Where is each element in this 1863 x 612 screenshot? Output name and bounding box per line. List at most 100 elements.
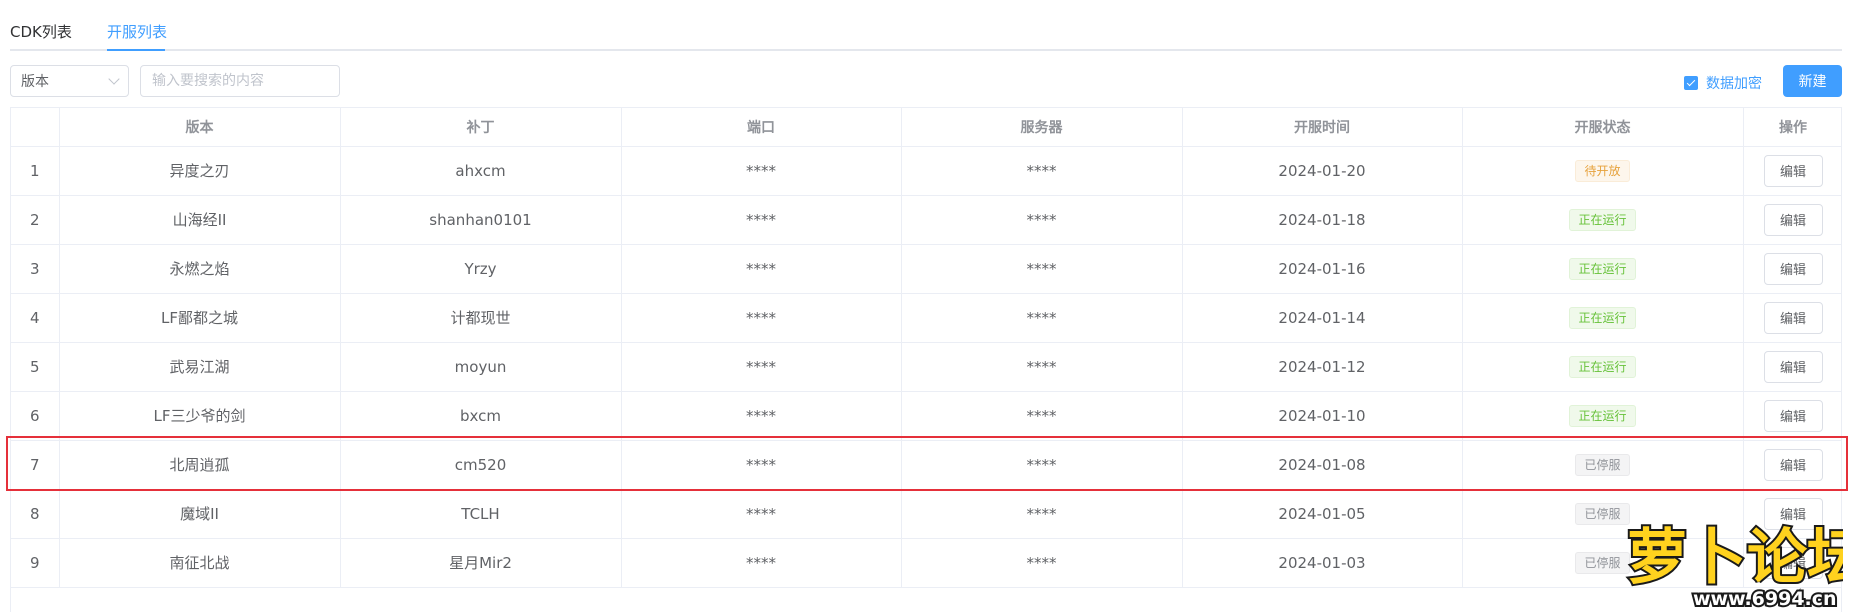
row-server: ****	[901, 195, 1183, 245]
row-version: 异度之刃	[59, 146, 341, 196]
row-status-cell: 已停服	[1462, 440, 1744, 490]
row-patch: bxcm	[340, 391, 622, 441]
table-row: 9 南征北战 星月Mir2 **** **** 2024-01-03 已停服 编辑	[11, 538, 1841, 588]
toolbar: 版本 数据加密 新建	[10, 65, 1842, 99]
row-server: ****	[901, 244, 1183, 294]
row-port: ****	[621, 538, 902, 588]
row-patch: TCLH	[340, 489, 622, 539]
row-patch: ahxcm	[340, 146, 622, 196]
row-patch: Yrzy	[340, 244, 622, 294]
row-open-date: 2024-01-16	[1182, 244, 1463, 294]
row-open-date: 2024-01-18	[1182, 195, 1463, 245]
tab-cdk-list[interactable]: CDK列表	[10, 22, 72, 42]
status-badge: 正在运行	[1569, 355, 1636, 378]
row-port: ****	[621, 391, 902, 441]
version-select-value: 版本	[21, 74, 49, 90]
tab-server-list[interactable]: 开服列表	[107, 22, 167, 42]
data-encrypt-checkbox[interactable]: 数据加密	[1684, 73, 1762, 93]
edit-button[interactable]: 编辑	[1763, 350, 1823, 383]
row-open-date: 2024-01-12	[1182, 342, 1463, 392]
status-badge: 已停服	[1575, 453, 1630, 476]
tab-bar: CDK列表 开服列表	[10, 0, 1842, 51]
header-index	[11, 108, 60, 147]
row-version: LF鄙都之城	[59, 293, 341, 343]
status-badge: 正在运行	[1569, 404, 1636, 427]
table-row: 5 武易江湖 moyun **** **** 2024-01-12 正在运行 编辑	[11, 342, 1841, 392]
row-index: 8	[11, 489, 60, 539]
row-status-cell: 正在运行	[1462, 195, 1744, 245]
edit-button[interactable]: 编辑	[1763, 203, 1823, 236]
row-server: ****	[901, 342, 1183, 392]
row-status-cell: 正在运行	[1462, 244, 1744, 294]
row-open-date: 2024-01-08	[1182, 440, 1463, 490]
data-encrypt-label: 数据加密	[1706, 76, 1762, 92]
row-action-cell: 编辑	[1743, 342, 1841, 392]
row-server: ****	[901, 391, 1183, 441]
row-patch: cm520	[340, 440, 622, 490]
status-badge: 已停服	[1575, 502, 1630, 525]
row-port: ****	[621, 244, 902, 294]
row-action-cell: 编辑	[1743, 391, 1841, 441]
row-open-date: 2024-01-03	[1182, 538, 1463, 588]
row-action-cell: 编辑	[1743, 244, 1841, 294]
header-port: 端口	[621, 108, 902, 147]
row-status-cell: 待开放	[1462, 146, 1744, 196]
table-row: 3 永燃之焰 Yrzy **** **** 2024-01-16 正在运行 编辑	[11, 244, 1841, 294]
status-badge: 正在运行	[1569, 208, 1636, 231]
edit-button[interactable]: 编辑	[1763, 252, 1823, 285]
header-open-date: 开服时间	[1182, 108, 1463, 147]
row-version: 魔域II	[59, 489, 341, 539]
row-patch: shanhan0101	[340, 195, 622, 245]
row-action-cell: 编辑	[1743, 440, 1841, 490]
row-version: 北周逍孤	[59, 440, 341, 490]
header-server: 服务器	[901, 108, 1183, 147]
status-badge: 已停服	[1575, 551, 1630, 574]
header-action: 操作	[1743, 108, 1841, 147]
chevron-down-icon	[108, 73, 120, 85]
row-patch: 星月Mir2	[340, 538, 622, 588]
status-badge: 正在运行	[1569, 257, 1636, 280]
header-patch: 补丁	[340, 108, 622, 147]
checkbox-checked-icon[interactable]	[1684, 76, 1698, 90]
watermark-url: www.6994.cn	[1693, 588, 1837, 608]
row-open-date: 2024-01-10	[1182, 391, 1463, 441]
row-version: 南征北战	[59, 538, 341, 588]
header-version: 版本	[59, 108, 341, 147]
table-row: 7 北周逍孤 cm520 **** **** 2024-01-08 已停服 编辑	[11, 440, 1841, 490]
row-index: 5	[11, 342, 60, 392]
table-row: 1 异度之刃 ahxcm **** **** 2024-01-20 待开放 编辑	[11, 146, 1841, 196]
row-version: 永燃之焰	[59, 244, 341, 294]
row-version: 山海经II	[59, 195, 341, 245]
tab-active-indicator	[107, 49, 165, 51]
row-port: ****	[621, 146, 902, 196]
row-index: 1	[11, 146, 60, 196]
status-badge: 正在运行	[1569, 306, 1636, 329]
header-status: 开服状态	[1462, 108, 1744, 147]
version-select[interactable]: 版本	[10, 65, 129, 97]
row-port: ****	[621, 489, 902, 539]
row-port: ****	[621, 293, 902, 343]
edit-button[interactable]: 编辑	[1763, 154, 1823, 187]
row-server: ****	[901, 538, 1183, 588]
row-open-date: 2024-01-14	[1182, 293, 1463, 343]
row-status-cell: 正在运行	[1462, 293, 1744, 343]
row-index: 9	[11, 538, 60, 588]
row-status-cell: 正在运行	[1462, 391, 1744, 441]
search-input[interactable]	[140, 65, 340, 97]
table-row: 6 LF三少爷的剑 bxcm **** **** 2024-01-10 正在运行 编辑	[11, 391, 1841, 441]
row-server: ****	[901, 146, 1183, 196]
row-port: ****	[621, 440, 902, 490]
row-index: 2	[11, 195, 60, 245]
row-action-cell: 编辑	[1743, 195, 1841, 245]
row-version: LF三少爷的剑	[59, 391, 341, 441]
watermark-title: 萝卜论坛	[1627, 523, 1843, 593]
server-table: 版本 补丁 端口 服务器 开服时间 开服状态 操作 1 异度之刃 ahxcm ****…	[10, 107, 1842, 612]
new-button[interactable]: 新建	[1783, 65, 1842, 97]
table-row: 8 魔域II TCLH **** **** 2024-01-05 已停服 编辑	[11, 489, 1841, 539]
edit-button[interactable]: 编辑	[1763, 301, 1823, 334]
table-row: 2 山海经II shanhan0101 **** **** 2024-01-18 正在运行编…	[11, 195, 1841, 245]
row-open-date: 2024-01-05	[1182, 489, 1463, 539]
edit-button[interactable]: 编辑	[1763, 448, 1823, 481]
row-port: ****	[621, 195, 902, 245]
edit-button[interactable]: 编辑	[1763, 399, 1823, 432]
